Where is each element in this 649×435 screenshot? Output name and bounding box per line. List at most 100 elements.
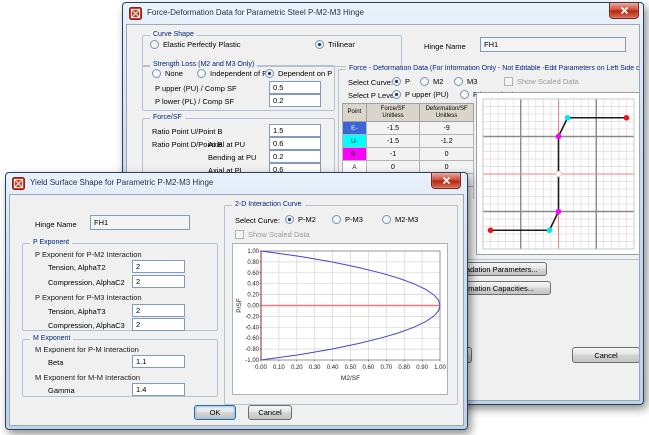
radio-label: P upper (PU) — [405, 90, 449, 99]
close-icon[interactable] — [431, 173, 461, 189]
force-cell: -1.5 — [366, 135, 419, 148]
radio-independent-of-p[interactable]: Independent of P — [197, 69, 267, 78]
radio-label: M2 — [433, 77, 443, 86]
radio-dependent-on-p[interactable]: Dependent on P — [265, 69, 332, 78]
svg-text:0.50: 0.50 — [345, 365, 357, 371]
checkbox-label: Show Scaled Data — [517, 77, 579, 86]
deformation-cell: -1.2 — [420, 135, 474, 148]
app-icon — [12, 177, 25, 190]
label-p-lower-comp-sf: P lower (PL) / Comp SF — [155, 97, 234, 106]
label-select-curve: Select Curve: — [348, 78, 393, 87]
table-header: Deformation/SFUnitless — [420, 104, 474, 122]
svg-text:0.60: 0.60 — [363, 365, 375, 371]
radio-label: M3 — [467, 77, 477, 86]
radio-circle — [315, 40, 324, 49]
label-compression-alphac3: Compression, AlphaC3 — [48, 321, 125, 330]
label-gamma: Gamma — [48, 386, 75, 395]
svg-text:0.90: 0.90 — [416, 365, 428, 371]
radio-p-upper[interactable]: P upper (PU) — [392, 90, 449, 99]
cancel-button[interactable]: Cancel — [248, 405, 292, 420]
section-p-m2-interaction: P Exponent for P-M2 Interaction — [35, 250, 142, 259]
radio-circle — [197, 69, 206, 78]
radio-m2-m3[interactable]: M2-M3 — [382, 215, 418, 224]
radio-label: None — [165, 69, 183, 78]
button-label: OK — [210, 408, 221, 417]
input-p-upper-comp-sf[interactable] — [269, 81, 321, 94]
label-tension-alphat3: Tension, AlphaT3 — [48, 307, 106, 316]
group-title: Strength Loss (M2 and M3 Only) — [150, 61, 257, 68]
svg-text:0.10: 0.10 — [273, 365, 285, 371]
input-bending-at-pu[interactable] — [269, 150, 321, 163]
table-row: E--1.5-9 — [343, 122, 474, 135]
input-hinge-name[interactable] — [90, 215, 190, 230]
radio-p-m3[interactable]: P-M3 — [332, 215, 363, 224]
checkbox-show-scaled-data[interactable]: Show Scaled Data — [504, 77, 579, 86]
svg-text:P/SF: P/SF — [236, 298, 243, 312]
force-deformation-plot-panel — [476, 92, 640, 255]
svg-text:-0.20: -0.20 — [245, 314, 259, 320]
label-beta: Beta — [48, 358, 63, 367]
window-title: Force-Deformation Data for Parametric St… — [147, 8, 364, 17]
radio-curve-m3[interactable]: M3 — [454, 77, 477, 86]
radio-curve-m2[interactable]: M2 — [420, 77, 443, 86]
checkbox-label: Show Scaled Data — [248, 230, 310, 239]
label-select-p-level: Select P Level: — [348, 91, 398, 100]
svg-text:0.70: 0.70 — [380, 365, 392, 371]
radio-trilinear[interactable]: Trilinear — [315, 40, 355, 49]
input-beta[interactable] — [132, 355, 185, 368]
group-title: P Exponent — [30, 239, 72, 246]
svg-text:0.40: 0.40 — [247, 282, 259, 288]
input-tension-alphat2[interactable] — [132, 260, 185, 273]
interaction-curve-plot: 1.000.800.600.400.200.00-0.20-0.40-0.60-… — [233, 244, 449, 398]
radio-elastic-perfectly-plastic[interactable]: Elastic Perfectly Plastic — [150, 40, 241, 49]
radio-circle — [454, 77, 463, 86]
force-deformation-plot — [481, 97, 636, 253]
radio-label: P — [405, 77, 410, 86]
input-compression-alphac3[interactable] — [132, 318, 185, 331]
force-cell: -1.5 — [366, 122, 419, 135]
group-title: Force - Deformation Data (For Informatio… — [346, 65, 640, 72]
radio-none[interactable]: None — [152, 69, 183, 78]
svg-text:0.20: 0.20 — [291, 365, 303, 371]
radio-circle — [332, 215, 341, 224]
radio-circle — [460, 90, 469, 99]
close-icon[interactable] — [609, 3, 639, 19]
input-axial-at-pu[interactable] — [269, 137, 321, 150]
input-tension-alphat3[interactable] — [132, 304, 185, 317]
radio-label: Trilinear — [328, 40, 355, 49]
checkbox-show-scaled-data[interactable]: Show Scaled Data — [235, 230, 310, 239]
table-header: Point — [343, 104, 367, 122]
svg-text:1.00: 1.00 — [434, 365, 446, 371]
input-compression-alphac2[interactable] — [132, 275, 185, 288]
table-row: U--1.5-1.2 — [343, 135, 474, 148]
radio-circle — [392, 90, 401, 99]
radio-circle — [150, 40, 159, 49]
titlebar-front[interactable]: Yield Surface Shape for Parametric P-M2-… — [6, 173, 467, 194]
input-gamma[interactable] — [132, 383, 185, 396]
svg-text:0.80: 0.80 — [398, 365, 410, 371]
window-title: Yield Surface Shape for Parametric P-M2-… — [30, 178, 213, 187]
radio-curve-p[interactable]: P — [392, 77, 410, 86]
screen: Force-Deformation Data for Parametric St… — [0, 0, 649, 435]
label-p-upper-comp-sf: P upper (PU) / Comp SF — [155, 84, 237, 93]
label-ratio-u-b: Ratio Point U/Point B — [152, 127, 222, 136]
ok-button[interactable]: OK — [194, 405, 236, 420]
section-m-pm-interaction: M Exponent for P-M Interaction — [35, 345, 139, 354]
titlebar-back[interactable]: Force-Deformation Data for Parametric St… — [123, 3, 643, 24]
svg-text:0.00: 0.00 — [255, 365, 267, 371]
section-p-m3-interaction: P Exponent for P-M3 Interaction — [35, 293, 142, 302]
label-hinge-name: Hinge Name — [35, 220, 77, 229]
interaction-plot-panel: 1.000.800.600.400.200.00-0.20-0.40-0.60-… — [232, 243, 448, 395]
svg-text:0.60: 0.60 — [247, 271, 259, 277]
input-hinge-name[interactable] — [480, 37, 626, 52]
label-hinge-name: Hinge Name — [424, 42, 466, 51]
input-ratio-u-b[interactable] — [269, 124, 321, 137]
radio-label: Independent of P — [210, 69, 267, 78]
svg-text:M2/SF: M2/SF — [341, 375, 360, 382]
input-p-lower-comp-sf[interactable] — [269, 94, 321, 107]
radio-p-m2[interactable]: P-M2 — [285, 215, 316, 224]
table-header: Force/SFUnitless — [366, 104, 419, 122]
radio-circle — [392, 77, 401, 86]
button-label: Cancel — [258, 408, 281, 417]
cancel-button-back[interactable]: Cancel — [572, 347, 640, 363]
